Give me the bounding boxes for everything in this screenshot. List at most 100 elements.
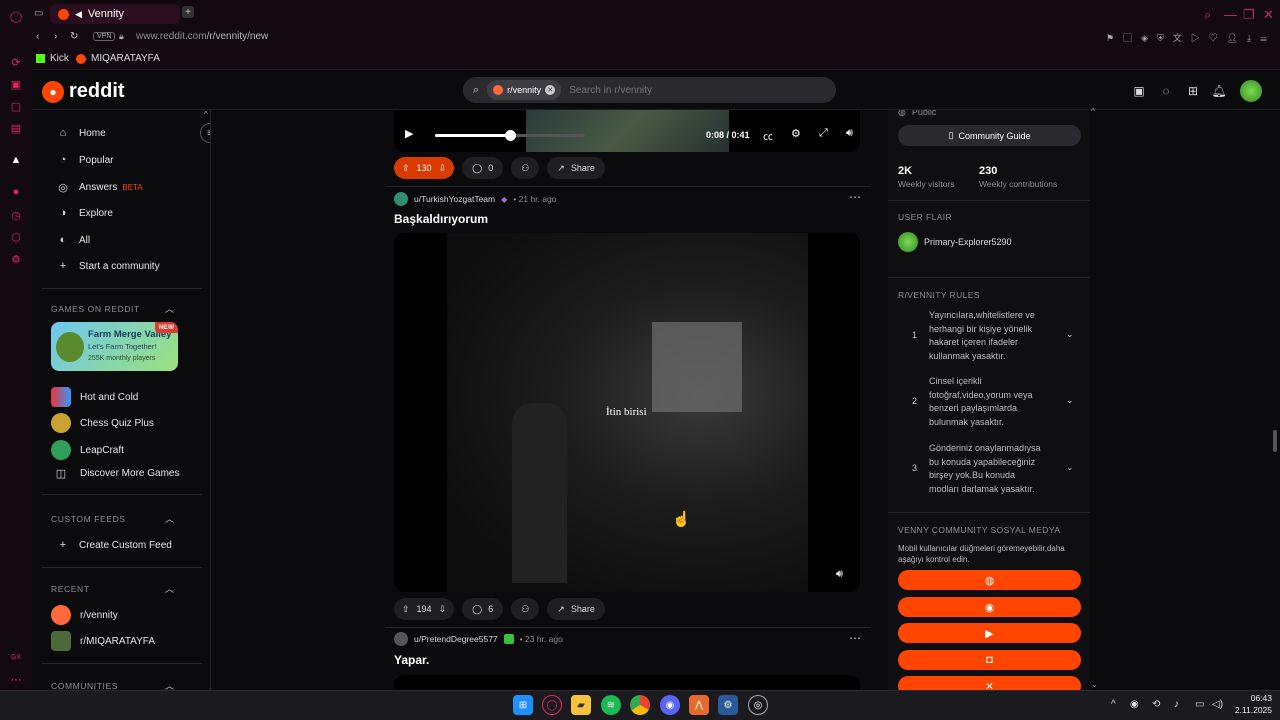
featured-game-card[interactable]: Farm Merge Valley Let's Farm Together! 2… bbox=[51, 322, 178, 371]
notifications-icon[interactable]: 🔔︎ bbox=[1211, 83, 1227, 99]
subreddit-chip[interactable]: r/vennity ✕ bbox=[487, 80, 562, 100]
fullscreen-icon[interactable]: ⤢ bbox=[819, 127, 828, 140]
bookmark-miqaratayfa[interactable]: MIQARATAYFA bbox=[76, 53, 160, 64]
forward-icon[interactable]: › bbox=[54, 31, 57, 42]
gx-control-icon[interactable]: ⟳ bbox=[9, 55, 23, 69]
tab-vennity[interactable]: ◀ Vennity bbox=[50, 4, 180, 24]
post-menu-icon[interactable]: ⋯ bbox=[849, 190, 861, 204]
chevron-down-icon[interactable]: ⌄ bbox=[1066, 462, 1074, 473]
nav-start-community[interactable]: + Start a community bbox=[56, 260, 160, 272]
nav-home[interactable]: ⌂ Home bbox=[56, 127, 106, 139]
play-icon[interactable]: ▶ bbox=[405, 127, 413, 140]
user-flair[interactable]: Primary-Explorer5290 bbox=[898, 232, 1012, 252]
vote-control[interactable]: ⇧ 130 ⇩ bbox=[394, 157, 455, 179]
app-icon[interactable]: ◎ bbox=[748, 695, 768, 715]
vpn-badge[interactable]: VPN bbox=[93, 32, 116, 41]
vote-control[interactable]: ⇧ 194 ⇩ bbox=[394, 598, 455, 620]
scroll-up-icon[interactable]: ^ bbox=[204, 110, 208, 119]
settings-icon[interactable]: ⚙ bbox=[9, 252, 23, 266]
extensions-icon[interactable]: ⬡ bbox=[9, 230, 23, 244]
game-hot-and-cold[interactable]: Hot and Cold bbox=[51, 387, 138, 407]
author-avatar[interactable] bbox=[394, 192, 408, 206]
tab-manager-icon[interactable]: ▭ bbox=[34, 8, 43, 19]
clock-time[interactable]: 06:43 bbox=[1236, 693, 1272, 703]
clock-date[interactable]: 2.11.2025 bbox=[1222, 705, 1272, 715]
reddit-logo[interactable]: ● reddit bbox=[42, 80, 125, 103]
tray-expand-icon[interactable]: ^ bbox=[1111, 699, 1116, 710]
create-custom-feed[interactable]: + Create Custom Feed bbox=[56, 539, 172, 551]
chat-icon[interactable]: ◌ bbox=[1158, 83, 1174, 99]
spotify-icon[interactable]: ≋ bbox=[601, 695, 621, 715]
opera-logo-icon[interactable]: ◯ bbox=[9, 9, 23, 23]
display-icon[interactable]: ▭ bbox=[1195, 699, 1204, 710]
discord-tray-icon[interactable]: ◉ bbox=[1130, 699, 1139, 710]
file-explorer-icon[interactable]: ▰ bbox=[571, 695, 591, 715]
steam-icon[interactable]: ⚙ bbox=[718, 695, 738, 715]
sync-tray-icon[interactable]: ⟲ bbox=[1152, 699, 1160, 710]
nav-all[interactable]: ◐ All bbox=[56, 234, 90, 246]
twitch-icon[interactable]: ▣ bbox=[9, 77, 23, 91]
chrome-icon[interactable] bbox=[630, 695, 650, 715]
chevron-down-icon[interactable]: ⌄ bbox=[1066, 329, 1074, 340]
post-title[interactable]: Yapar. bbox=[394, 653, 429, 667]
discord-button[interactable]: ◉ bbox=[898, 597, 1081, 617]
more-icon[interactable]: ⋯ bbox=[9, 672, 23, 686]
seek-bar[interactable] bbox=[435, 130, 585, 141]
community-guide-button[interactable]: ▯ Community Guide bbox=[898, 125, 1081, 146]
youtube-button[interactable]: ▶ bbox=[898, 623, 1081, 643]
reload-icon[interactable]: ↻ bbox=[70, 31, 78, 42]
scroll-up-icon[interactable]: ^ bbox=[1091, 107, 1095, 116]
maximize-button[interactable]: ❐ bbox=[1243, 7, 1255, 23]
page-scrollbar[interactable] bbox=[1273, 430, 1277, 452]
captions-icon[interactable]: ㏄ bbox=[763, 128, 773, 143]
video-player-3[interactable] bbox=[394, 675, 860, 690]
post-title[interactable]: Başkaldırıyorum bbox=[394, 212, 488, 226]
nav-explore[interactable]: ◑ Explore bbox=[56, 207, 113, 219]
award-button[interactable]: ⚇ bbox=[511, 598, 540, 620]
game-chess-quiz[interactable]: Chess Quiz Plus bbox=[51, 413, 154, 433]
comments-button[interactable]: ◯ 0 bbox=[462, 157, 504, 179]
url-field[interactable]: www.reddit.com/r/vennity/new bbox=[136, 31, 268, 42]
game-leapcraft[interactable]: LeapCraft bbox=[51, 440, 124, 460]
reddit-tab-icon[interactable]: ▲ bbox=[9, 153, 23, 167]
award-button[interactable]: ⚇ bbox=[511, 157, 540, 179]
post-menu-icon[interactable]: ⋯ bbox=[849, 631, 861, 645]
recent-vennity[interactable]: r/vennity bbox=[51, 605, 118, 625]
video-player-2[interactable]: İtin birisi 🔊︎ bbox=[394, 233, 860, 592]
upvote-icon[interactable]: ⇧ bbox=[402, 604, 410, 615]
instagram-button[interactable]: ◘ bbox=[898, 650, 1081, 670]
post-author[interactable]: u/PretendDegree5577 bbox=[414, 634, 498, 644]
clear-chip-icon[interactable]: ✕ bbox=[545, 85, 556, 95]
search-bar[interactable]: ⌕ r/vennity ✕ bbox=[463, 77, 836, 103]
scroll-down-icon[interactable]: ⌄ bbox=[1091, 680, 1098, 689]
app-icon[interactable]: ⋀ bbox=[689, 695, 709, 715]
create-post-icon[interactable]: ⊞ bbox=[1185, 83, 1201, 99]
upvote-icon[interactable]: ⇧ bbox=[402, 163, 410, 174]
recent-miqaratayfa[interactable]: r/MIQARATAYFA bbox=[51, 631, 155, 651]
back-icon[interactable]: ‹ bbox=[36, 31, 39, 42]
music-icon[interactable]: ● bbox=[9, 185, 23, 199]
share-button[interactable]: ↗ Share bbox=[547, 598, 605, 620]
bookmark-kick[interactable]: Kick bbox=[36, 53, 69, 64]
post-author[interactable]: u/TurkishYozgatTeam bbox=[414, 194, 495, 204]
volume-icon[interactable]: 🔊︎ bbox=[846, 127, 853, 140]
comments-button[interactable]: ◯ 6 bbox=[462, 598, 504, 620]
share-button[interactable]: ↗ Share bbox=[547, 157, 605, 179]
chevron-down-icon[interactable]: ⌄ bbox=[1066, 395, 1074, 406]
minimize-button[interactable]: — bbox=[1224, 7, 1237, 22]
search-tabs-icon[interactable]: ⌕ bbox=[1204, 7, 1211, 23]
browser-toolbar-icons[interactable]: ⚑▢◈⛨文▷♡👤︎⤓☰ bbox=[1106, 31, 1276, 44]
new-tab-button[interactable]: + bbox=[182, 6, 194, 18]
history-icon[interactable]: ◷ bbox=[9, 208, 23, 222]
discover-games[interactable]: ◫ Discover More Games bbox=[51, 467, 180, 480]
user-avatar[interactable] bbox=[1240, 80, 1262, 102]
chevron-up-icon[interactable]: ︿ bbox=[165, 512, 174, 525]
volume-icon[interactable]: 🔊︎ bbox=[836, 568, 843, 581]
advertise-icon[interactable]: ▣ bbox=[1131, 83, 1147, 99]
start-icon[interactable]: ⊞ bbox=[513, 695, 533, 715]
downvote-icon[interactable]: ⇩ bbox=[439, 604, 447, 615]
chevron-up-icon[interactable]: ︿ bbox=[165, 302, 174, 315]
downvote-icon[interactable]: ⇩ bbox=[439, 163, 447, 174]
website-button[interactable]: ◍ bbox=[898, 570, 1081, 590]
discord-icon[interactable]: ◉ bbox=[660, 695, 680, 715]
